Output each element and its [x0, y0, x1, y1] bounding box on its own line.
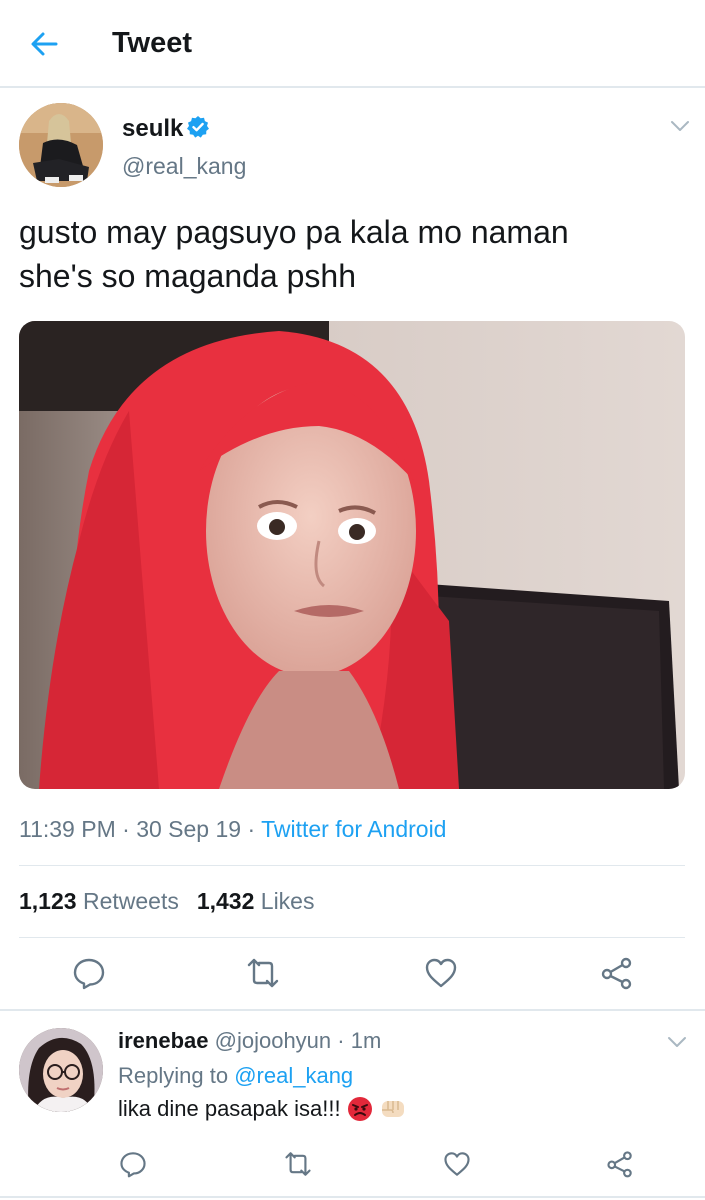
meta-separator: ·	[122, 816, 137, 842]
chevron-down-icon[interactable]	[667, 1036, 687, 1048]
retweet-icon[interactable]	[246, 956, 280, 990]
tweet-text-line: gusto may pagsuyo pa kala mo naman	[19, 214, 569, 250]
avatar-image	[19, 103, 103, 187]
reply-author-name[interactable]: irenebae	[118, 1028, 209, 1053]
verified-badge-icon	[187, 116, 209, 138]
meta-separator: ·	[337, 1028, 351, 1053]
share-icon[interactable]	[606, 1150, 634, 1178]
tweet-time: 11:39 PM	[19, 816, 116, 842]
tweet-text: gusto may pagsuyo pa kala mo naman she's…	[19, 210, 679, 298]
reply-text: lika dine pasapak isa!!!	[118, 1096, 407, 1122]
top-bar: Tweet	[0, 0, 705, 88]
chevron-down-icon[interactable]	[670, 120, 690, 132]
retweets-stat[interactable]: 1,123 Retweets	[19, 888, 179, 914]
reply-header: irenebae @jojoohyun · 1m	[118, 1028, 381, 1054]
tweet-timestamp: 11:39 PM · 30 Sep 19 · Twitter for Andro…	[19, 816, 446, 843]
likes-count: 1,432	[196, 888, 255, 914]
tweet-text-line: she's so maganda pshh	[19, 258, 356, 294]
divider	[19, 937, 685, 938]
retweets-label: Retweets	[82, 888, 179, 914]
author-name[interactable]: seulk	[122, 115, 183, 143]
retweets-count: 1,123	[19, 888, 77, 914]
replying-to-handle-link[interactable]: @real_kang	[234, 1063, 353, 1088]
fist-emoji-icon	[381, 1101, 404, 1117]
tweet-media-image[interactable]	[19, 321, 685, 789]
reply-text-content: lika dine pasapak isa!!!	[118, 1096, 341, 1121]
page-title: Tweet	[112, 27, 193, 59]
section-divider	[0, 1196, 705, 1198]
tweet-stats: 1,123 Retweets 1,432 Likes	[19, 888, 314, 915]
like-heart-icon[interactable]	[424, 956, 458, 990]
replying-to-line: Replying to @real_kang	[118, 1063, 353, 1089]
reply-author-handle[interactable]: @jojoohyun	[215, 1028, 332, 1053]
meta-separator: ·	[247, 816, 262, 842]
author-avatar[interactable]	[19, 103, 103, 187]
reply-icon[interactable]	[72, 956, 106, 990]
tweet-date: 30 Sep 19	[136, 816, 242, 842]
media-picture	[19, 321, 685, 789]
like-heart-icon[interactable]	[443, 1150, 471, 1178]
share-icon[interactable]	[600, 956, 634, 990]
back-arrow-icon[interactable]	[28, 28, 60, 60]
replying-to-label: Replying to	[118, 1063, 229, 1088]
author-handle[interactable]: @real_kang	[122, 153, 246, 180]
likes-label: Likes	[260, 888, 315, 914]
reply-icon[interactable]	[119, 1150, 147, 1178]
likes-stat[interactable]: 1,432 Likes	[197, 888, 315, 914]
reply-time: 1m	[350, 1028, 382, 1053]
reply-author-avatar[interactable]	[19, 1028, 103, 1112]
retweet-icon[interactable]	[284, 1150, 312, 1178]
tweet-source-link[interactable]: Twitter for Android	[261, 816, 446, 842]
divider	[19, 865, 685, 866]
section-divider	[0, 1009, 705, 1011]
angry-face-emoji-icon	[347, 1097, 372, 1121]
reply-avatar-image	[19, 1028, 103, 1112]
